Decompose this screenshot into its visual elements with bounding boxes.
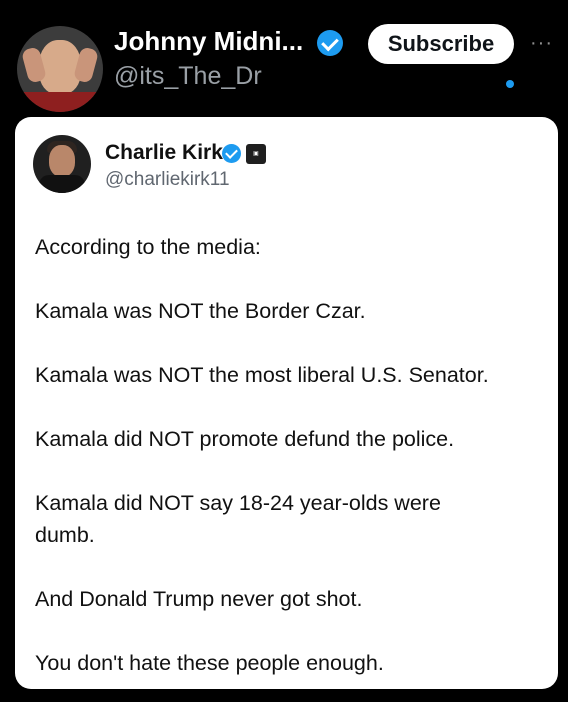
avatar-shirt	[39, 175, 85, 193]
post-line: Kamala did NOT promote defund the police…	[35, 427, 455, 451]
post-line: dumb.	[35, 523, 95, 547]
post-line: And Donald Trump never got shot.	[35, 587, 363, 611]
post-line: Kamala was NOT the Border Czar.	[35, 299, 366, 323]
affiliate-badge-icon: ▣	[246, 144, 266, 164]
quoted-author-handle[interactable]: @charliekirk11	[105, 169, 230, 191]
author-name[interactable]: Johnny Midni...	[114, 26, 303, 57]
author-avatar[interactable]	[17, 26, 103, 112]
top-cutoff-strip	[0, 0, 568, 12]
cutoff-text	[110, 0, 410, 4]
post-header: Johnny Midni... @its_The_Dr Subscribe ··…	[0, 14, 568, 112]
verified-icon	[222, 144, 241, 163]
avatar-shirt	[17, 92, 103, 112]
quoted-author-name[interactable]: Charlie Kirk	[105, 141, 223, 165]
notification-dot	[506, 80, 514, 88]
subscribe-button[interactable]: Subscribe	[368, 24, 514, 64]
avatar-face	[49, 145, 75, 177]
post-line: According to the media:	[35, 235, 261, 259]
post-line: Kamala was NOT the most liberal U.S. Sen…	[35, 363, 489, 387]
author-handle[interactable]: @its_The_Dr	[114, 62, 262, 91]
more-icon[interactable]: ···	[530, 32, 553, 55]
post-line: Kamala did NOT say 18-24 year-olds were	[35, 491, 441, 515]
quoted-author-avatar[interactable]	[33, 135, 91, 193]
post-line: You don't hate these people enough.	[35, 651, 384, 675]
verified-icon	[317, 30, 343, 56]
quoted-post-card[interactable]: Charlie Kirk ▣ @charliekirk11 According …	[15, 117, 558, 689]
quoted-post-text: According to the media: Kamala was NOT t…	[35, 231, 540, 679]
avatar-face	[39, 40, 81, 94]
